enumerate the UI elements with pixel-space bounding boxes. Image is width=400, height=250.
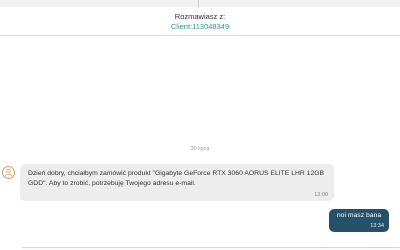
top-tab-strip [0,0,400,7]
incoming-message-text: Dzień dobry, chciałbym zamówić produkt "… [28,170,325,187]
client-id-link[interactable]: Client:113048349 [0,22,400,31]
incoming-message: Dzień dobry, chciałbym zamówić produkt "… [20,164,334,201]
outgoing-message-text: noi masz bana [336,212,382,219]
date-separator: 30 lipca [190,146,210,152]
tab-divider [198,0,199,7]
conversation-header: Rozmawiasz z: Client:113048349 [0,7,400,36]
chat-area[interactable]: 30 lipca Dzień dobry, chciałbym zamówić … [0,37,400,247]
outgoing-message: noi masz bana 13:34 [329,209,389,232]
outgoing-message-time: 13:34 [370,223,384,229]
conversation-with-label: Rozmawiasz z: [174,12,226,21]
incoming-message-time: 13:00 [314,192,328,198]
user-icon [2,166,15,179]
